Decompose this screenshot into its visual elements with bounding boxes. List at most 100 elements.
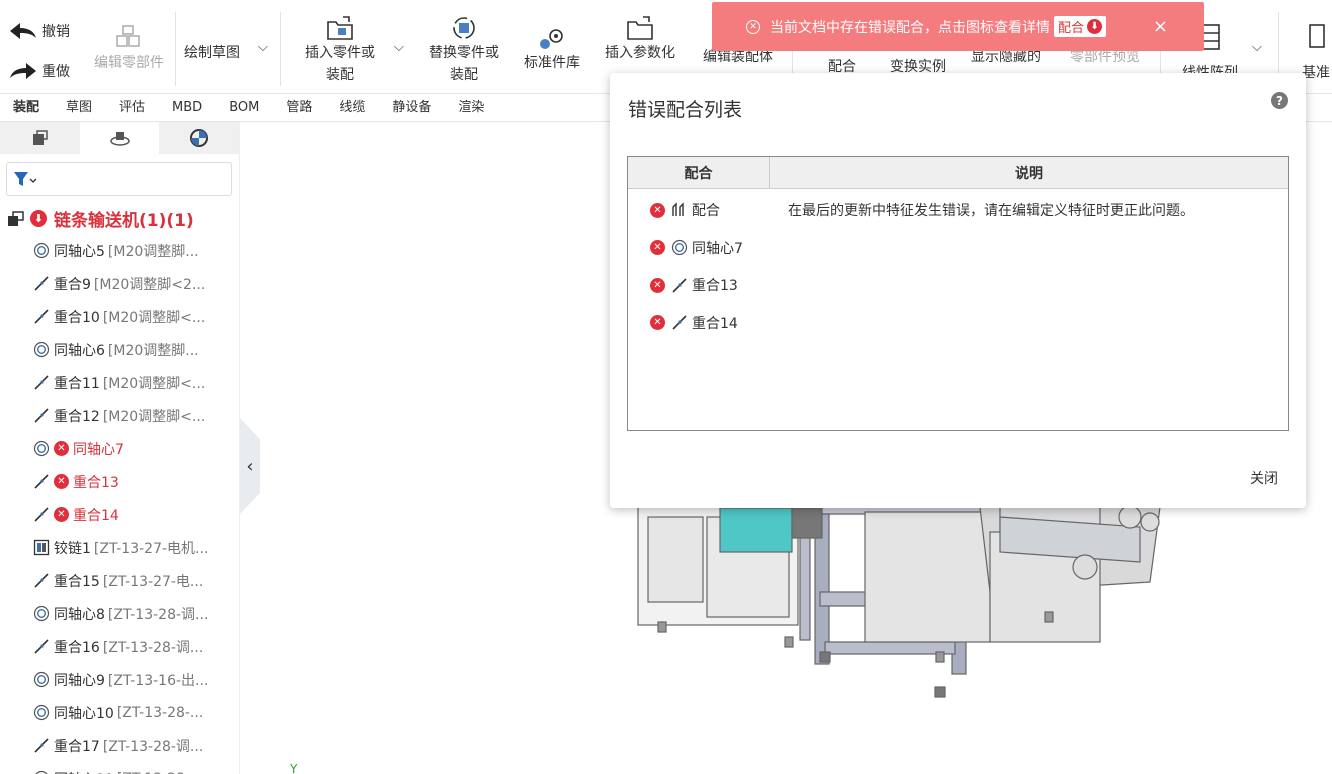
coincident-mate-icon — [32, 737, 50, 755]
concentric-icon — [33, 605, 49, 622]
datum-label: 基准 — [1302, 65, 1330, 81]
replace-part-button[interactable]: 替换零件或 装配 — [420, 14, 508, 86]
help-icon[interactable]: ? — [1271, 92, 1288, 109]
tree-node[interactable]: ✕ 重合14 — [32, 498, 238, 531]
tree-node[interactable]: 重合16 [ZT-13-28-调... — [32, 630, 238, 663]
chevron-down-icon[interactable]: ⌵ — [258, 40, 268, 55]
tab-render[interactable]: 渲染 — [445, 95, 498, 121]
tree-node[interactable]: 同轴心11[ZT-13-28-... — [32, 762, 238, 774]
tree-node[interactable]: ✕ 同轴心7 — [32, 432, 238, 465]
concentric-mate-icon — [32, 440, 50, 458]
column-header-mate: 配合 — [628, 157, 770, 188]
tree-node-ref: [ZT-13-28-... — [116, 704, 204, 721]
tree-node[interactable]: 同轴心6 [M20调整脚... — [32, 333, 238, 366]
redo-label: 重做 — [42, 64, 70, 80]
toast-mate-chip[interactable]: 配合 ⬇ — [1054, 16, 1107, 37]
tab-evaluate[interactable]: 评估 — [106, 95, 159, 121]
tree-root[interactable]: ⬇ 链条输送机(1)(1) — [6, 206, 194, 231]
edit-part-button[interactable]: 编辑零部件 — [89, 22, 169, 74]
concentric-icon-wrap — [671, 239, 688, 256]
tree-node[interactable]: 重合9 [M20调整脚<2... — [32, 267, 238, 300]
tree-node[interactable]: 同轴心9 [ZT-13-16-出... — [32, 663, 238, 696]
standard-library-label: 标准件库 — [524, 55, 580, 71]
tab-piping[interactable]: 管路 — [273, 95, 326, 121]
table-row[interactable]: ✕ 同轴心7 — [628, 230, 1288, 266]
tree-node[interactable]: 重合11 [M20调整脚<... — [32, 366, 238, 399]
error-icon: ✕ — [650, 315, 665, 330]
coincident-icon — [33, 375, 49, 390]
standard-library-button[interactable]: 标准件库 — [518, 24, 586, 74]
toast-message: 当前文档中存在错误配合，点击图标查看详情 — [770, 19, 1050, 36]
tree-node-name: 同轴心5 — [54, 243, 105, 260]
tree-node-name: 重合15 — [54, 573, 100, 590]
table-row[interactable]: ✕ 配合 在最后的更新中特征发生错误，请在编辑定义特征时更正此问题。 — [628, 192, 1288, 228]
coincident-icon-wrap — [671, 314, 688, 331]
concentric-mate-icon — [32, 341, 50, 359]
tree-node-name: 重合11 — [54, 375, 100, 392]
tab-cable[interactable]: 线缆 — [326, 95, 379, 121]
panel-tab-display[interactable] — [159, 122, 240, 154]
insert-part-button[interactable]: 插入零件或 装配 — [296, 14, 384, 86]
tab-assembly[interactable]: 装配 — [0, 95, 53, 121]
coincident-mate-icon — [32, 638, 50, 656]
mate-icon-wrap — [671, 201, 688, 219]
toast-chip-label: 配合 — [1058, 21, 1085, 36]
tree-node[interactable]: 同轴心5 [M20调整脚... — [32, 234, 238, 267]
tree-node-ref: [M20调整脚<2... — [93, 276, 206, 293]
tree-node[interactable]: 重合10 [M20调整脚<... — [32, 300, 238, 333]
error-icon: ✕ — [650, 277, 665, 293]
error-icon: ✕ — [54, 441, 69, 456]
toast-close-icon[interactable]: × — [1153, 16, 1168, 37]
chevron-down-icon[interactable]: ⌵ — [394, 40, 404, 55]
hinge-mate-icon — [32, 539, 50, 557]
coincident-icon — [33, 573, 49, 588]
tree-node[interactable]: ✕ 重合13 — [32, 465, 238, 498]
folder-insert-icon — [327, 16, 353, 40]
mate-name: 重合14 — [692, 315, 738, 332]
table-row[interactable]: ✕ 重合14 — [628, 305, 1288, 341]
tab-sketch[interactable]: 草图 — [53, 95, 106, 121]
coincident-icon-wrap — [671, 277, 688, 294]
tree-node-ref: [ZT-13-27-电... — [102, 573, 204, 590]
toast-error-icon: ✕ — [746, 19, 760, 34]
coincident-icon — [33, 276, 49, 291]
column-header-description: 说明 — [1015, 165, 1043, 182]
undo-button[interactable]: 撤销 — [8, 21, 70, 41]
tab-bom[interactable]: BOM — [216, 95, 273, 121]
table-row[interactable]: ✕ 重合13 — [628, 267, 1288, 303]
feature-tree-panel: ⬇ 链条输送机(1)(1) 同轴心5 [M20调整脚... 重合9 [M20调整脚<2… — [0, 122, 240, 774]
tree-node[interactable]: 同轴心8 [ZT-13-28-调... — [32, 597, 238, 630]
error-icon: ✕ — [54, 474, 69, 489]
tree-node-name: 重合10 — [54, 309, 100, 326]
undo-icon — [10, 23, 36, 39]
undo-label: 撤销 — [42, 24, 70, 40]
close-button[interactable]: 关闭 — [1250, 468, 1278, 488]
panel-tab-assembly-tree[interactable] — [0, 122, 80, 154]
tree-node[interactable]: 铰链1 [ZT-13-27-电机... — [32, 531, 238, 564]
tree-node-name: 同轴心10 — [54, 705, 114, 722]
error-toast[interactable]: ✕ 当前文档中存在错误配合，点击图标查看详情 配合 ⬇ × — [712, 2, 1204, 51]
draw-sketch-label: 绘制草图 — [184, 45, 240, 61]
tree-filter[interactable] — [6, 162, 232, 196]
mate-group-icon — [672, 201, 684, 216]
tree-node[interactable]: 重合15 [ZT-13-27-电... — [32, 564, 238, 597]
tree-node[interactable]: 重合17 [ZT-13-28-调... — [32, 729, 238, 762]
table-header: 配合 说明 — [628, 157, 1288, 189]
tree-node-name: 同轴心6 — [54, 342, 105, 359]
collapse-panel-button[interactable]: ‹ — [240, 418, 260, 514]
redo-icon — [10, 63, 36, 79]
config-icon — [109, 132, 130, 146]
draw-sketch-button[interactable]: 绘制草图 — [184, 42, 240, 62]
insert-parametric-button[interactable]: 插入参数化 — [598, 14, 682, 64]
redo-button[interactable]: 重做 — [8, 61, 70, 81]
tab-mbd[interactable]: MBD — [159, 95, 216, 121]
mate-name: 同轴心7 — [692, 240, 743, 257]
tab-static-equipment[interactable]: 静设备 — [379, 95, 445, 121]
tree-node[interactable]: 重合12 [M20调整脚<... — [32, 399, 238, 432]
panel-tab-config[interactable] — [79, 122, 160, 154]
chevron-left-icon: ‹ — [246, 455, 254, 477]
tree-node[interactable]: 同轴心10 [ZT-13-28-... — [32, 696, 238, 729]
tree-list: 同轴心5 [M20调整脚... 重合9 [M20调整脚<2... 重合10 [M20调整脚… — [32, 234, 238, 774]
chevron-down-icon[interactable]: ⌵ — [1252, 40, 1262, 55]
folder-param-icon — [627, 16, 653, 40]
